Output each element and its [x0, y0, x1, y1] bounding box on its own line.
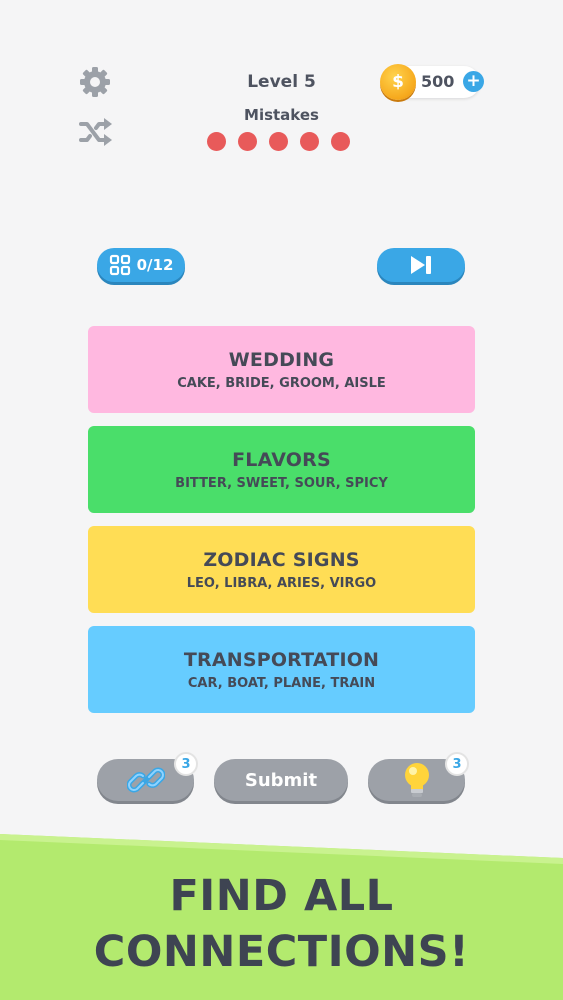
- category-title: FLAVORS: [232, 448, 331, 471]
- banner-line-2: CONNECTIONS!: [93, 927, 470, 977]
- link-count-badge: 3: [174, 752, 198, 776]
- mistake-dot: [238, 132, 257, 151]
- coin-icon: $: [380, 64, 416, 100]
- mistake-dot: [207, 132, 226, 151]
- add-coins-button[interactable]: +: [463, 71, 484, 92]
- banner-line-1: FIND ALL: [169, 871, 394, 921]
- category-title: ZODIAC SIGNS: [203, 548, 360, 571]
- lightbulb-icon: [404, 763, 429, 797]
- progress-button[interactable]: 0/12: [97, 248, 185, 282]
- plus-icon: +: [466, 71, 481, 91]
- category-card-flavors: FLAVORS BITTER, SWEET, SOUR, SPICY: [88, 426, 475, 513]
- skip-button[interactable]: [377, 248, 465, 282]
- skip-icon: [411, 256, 431, 274]
- mistake-dot: [269, 132, 288, 151]
- category-words: CAR, BOAT, PLANE, TRAIN: [187, 675, 376, 691]
- category-words: LEO, LIBRA, ARIES, VIRGO: [186, 575, 377, 591]
- progress-count: 0/12: [136, 256, 174, 274]
- category-words: CAKE, BRIDE, GROOM, AISLE: [177, 375, 386, 391]
- category-title: WEDDING: [228, 348, 335, 371]
- mistakes-label: Mistakes: [244, 106, 319, 124]
- category-card-transportation: TRANSPORTATION CAR, BOAT, PLANE, TRAIN: [88, 626, 475, 713]
- mistake-dot: [300, 132, 319, 151]
- submit-label: Submit: [244, 769, 318, 791]
- category-words: BITTER, SWEET, SOUR, SPICY: [175, 475, 388, 491]
- hint-count-badge: 3: [445, 752, 469, 776]
- category-card-zodiac-signs: ZODIAC SIGNS LEO, LIBRA, ARIES, VIRGO: [88, 526, 475, 613]
- grid-icon: [109, 254, 130, 276]
- mistakes-indicator: [207, 132, 350, 151]
- mistake-dot: [331, 132, 350, 151]
- category-title: TRANSPORTATION: [183, 648, 380, 671]
- category-card-wedding: WEDDING CAKE, BRIDE, GROOM, AISLE: [88, 326, 475, 413]
- coin-count: 500: [421, 72, 455, 91]
- banner-headline: FIND ALL CONNECTIONS!: [0, 868, 563, 980]
- link-icon: [126, 767, 165, 793]
- submit-button[interactable]: Submit: [214, 759, 348, 801]
